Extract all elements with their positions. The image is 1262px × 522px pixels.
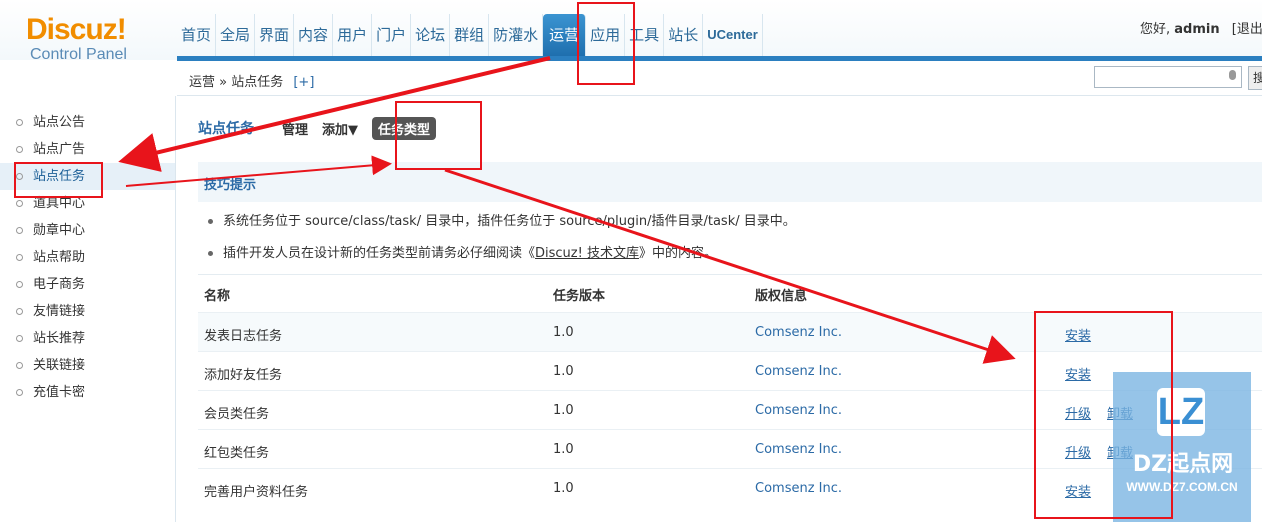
tip-line: 插件开发人员在设计新的任务类型前请务必仔细阅读《Discuz! 技术文库》中的内… [208,242,717,261]
sidebar-item-card[interactable]: 充值卡密 [0,379,175,406]
tip-text: 系统任务位于 source/class/task/ 目录中，插件任务位于 sou… [223,214,796,229]
nav-portal[interactable]: 门户 [372,14,412,56]
sidebar-item-label: 站长推荐 [33,331,86,346]
task-copyright: Comsenz Inc. [755,403,843,418]
task-version: 1.0 [553,364,574,379]
tip-text: 插件开发人员在设计新的任务类型前请务必仔细阅读《 [223,246,536,261]
breadcrumb-bar: 运营 » 站点任务 [+] 搜 [177,61,1262,96]
sidebar-item-medals[interactable]: 勋章中心 [0,217,175,244]
task-copyright: Comsenz Inc. [755,442,843,457]
tab-add[interactable]: 添加▼ [322,119,358,138]
bullet-icon [16,389,23,396]
sidebar-item-help[interactable]: 站点帮助 [0,244,175,271]
task-copyright: Comsenz Inc. [755,325,843,340]
column-copyright: 版权信息 [755,289,808,304]
nav-global[interactable]: 全局 [216,14,256,56]
sidebar-item-relatedlink[interactable]: 关联链接 [0,352,175,379]
nav-group[interactable]: 群组 [450,14,490,56]
nav-user[interactable]: 用户 [333,14,373,56]
username: admin [1174,22,1220,37]
nav-home[interactable]: 首页 [177,14,217,56]
sidebar-item-recommend[interactable]: 站长推荐 [0,325,175,352]
task-version: 1.0 [553,403,574,418]
breadcrumb: 运营 » 站点任务 [+] [189,71,314,90]
tips-header-band [198,162,1262,202]
add-to-menu-link[interactable]: [+] [293,75,314,90]
annotation-box-actions [1034,311,1173,519]
task-name: 红包类任务 [204,446,270,461]
nav-ucenter[interactable]: UCenter [703,14,763,56]
sidebar-item-announcement[interactable]: 站点公告 [0,109,175,136]
sidebar-item-label: 勋章中心 [33,223,86,238]
sidebar: 站点公告 站点广告 站点任务 道具中心 勋章中心 站点帮助 电子商务 友情链接 … [0,96,176,522]
task-version: 1.0 [553,442,574,457]
sidebar-item-label: 友情链接 [33,304,86,319]
task-name: 发表日志任务 [204,329,283,344]
nav-safe[interactable]: 防灌水 [489,14,544,56]
sidebar-item-label: 站点帮助 [33,250,86,265]
column-name: 名称 [204,289,231,304]
bullet-icon [16,362,23,369]
sidebar-item-label: 电子商务 [33,277,86,292]
sidebar-item-links[interactable]: 友情链接 [0,298,175,325]
sidebar-item-label: 站点广告 [33,142,86,157]
sidebar-item-ecommerce[interactable]: 电子商务 [0,271,175,298]
tab-manage[interactable]: 管理 [282,119,308,138]
discuz-logo[interactable]: Discuz! Control Panel [26,14,146,64]
user-box: 您好, admin [退出 [1140,18,1262,37]
search-button[interactable]: 搜 [1248,66,1262,90]
annotation-box-sidebar [14,162,103,198]
task-copyright: Comsenz Inc. [755,364,843,379]
greeting: 您好, [1140,22,1171,37]
breadcrumb-text: 运营 » 站点任务 [189,75,284,90]
bullet-icon [208,251,213,256]
bullet-icon [16,308,23,315]
sidebar-item-label: 充值卡密 [33,385,86,400]
tips-title: 技巧提示 [204,178,257,193]
task-name: 会员类任务 [204,407,270,422]
microphone-icon[interactable] [1229,70,1236,80]
nav-forum[interactable]: 论坛 [411,14,451,56]
task-name: 完善用户资料任务 [204,485,309,500]
bullet-icon [16,200,23,207]
bullet-icon [16,227,23,234]
tip-text: 》中的内容。 [638,246,717,261]
nav-founder[interactable]: 站长 [664,14,704,56]
annotation-box-tab [395,101,482,170]
tips-panel: 技巧提示 系统任务位于 source/class/task/ 目录中，插件任务位… [198,162,1262,270]
task-version: 1.0 [553,481,574,496]
sidebar-item-label: 关联链接 [33,358,86,373]
table-header: 名称 任务版本 版权信息 [198,274,1262,311]
tip-line: 系统任务位于 source/class/task/ 目录中，插件任务位于 sou… [208,210,796,229]
bullet-icon [16,119,23,126]
doc-library-link[interactable]: Discuz! 技术文库 [535,246,639,261]
sidebar-item-ads[interactable]: 站点广告 [0,136,175,163]
search-input[interactable] [1094,66,1242,88]
nav-style[interactable]: 界面 [255,14,295,56]
logo-subtitle: Control Panel [30,46,127,63]
column-version: 任务版本 [553,289,606,304]
annotation-box-nav [577,2,635,85]
task-copyright: Comsenz Inc. [755,481,843,496]
bullet-icon [16,281,23,288]
logout-link[interactable]: [退出 [1232,22,1262,37]
page-title: 站点任务 [198,121,254,137]
bullet-icon [16,335,23,342]
task-name: 添加好友任务 [204,368,283,383]
nav-content[interactable]: 内容 [294,14,334,56]
main-nav: 首页 全局 界面 内容 用户 门户 论坛 群组 防灌水 运营 应用 工具 站长 … [177,14,763,56]
sidebar-item-label: 站点公告 [33,115,86,130]
bullet-icon [208,219,213,224]
bullet-icon [16,146,23,153]
logo-text: Discuz! [26,13,127,46]
task-version: 1.0 [553,325,574,340]
bullet-icon [16,254,23,261]
